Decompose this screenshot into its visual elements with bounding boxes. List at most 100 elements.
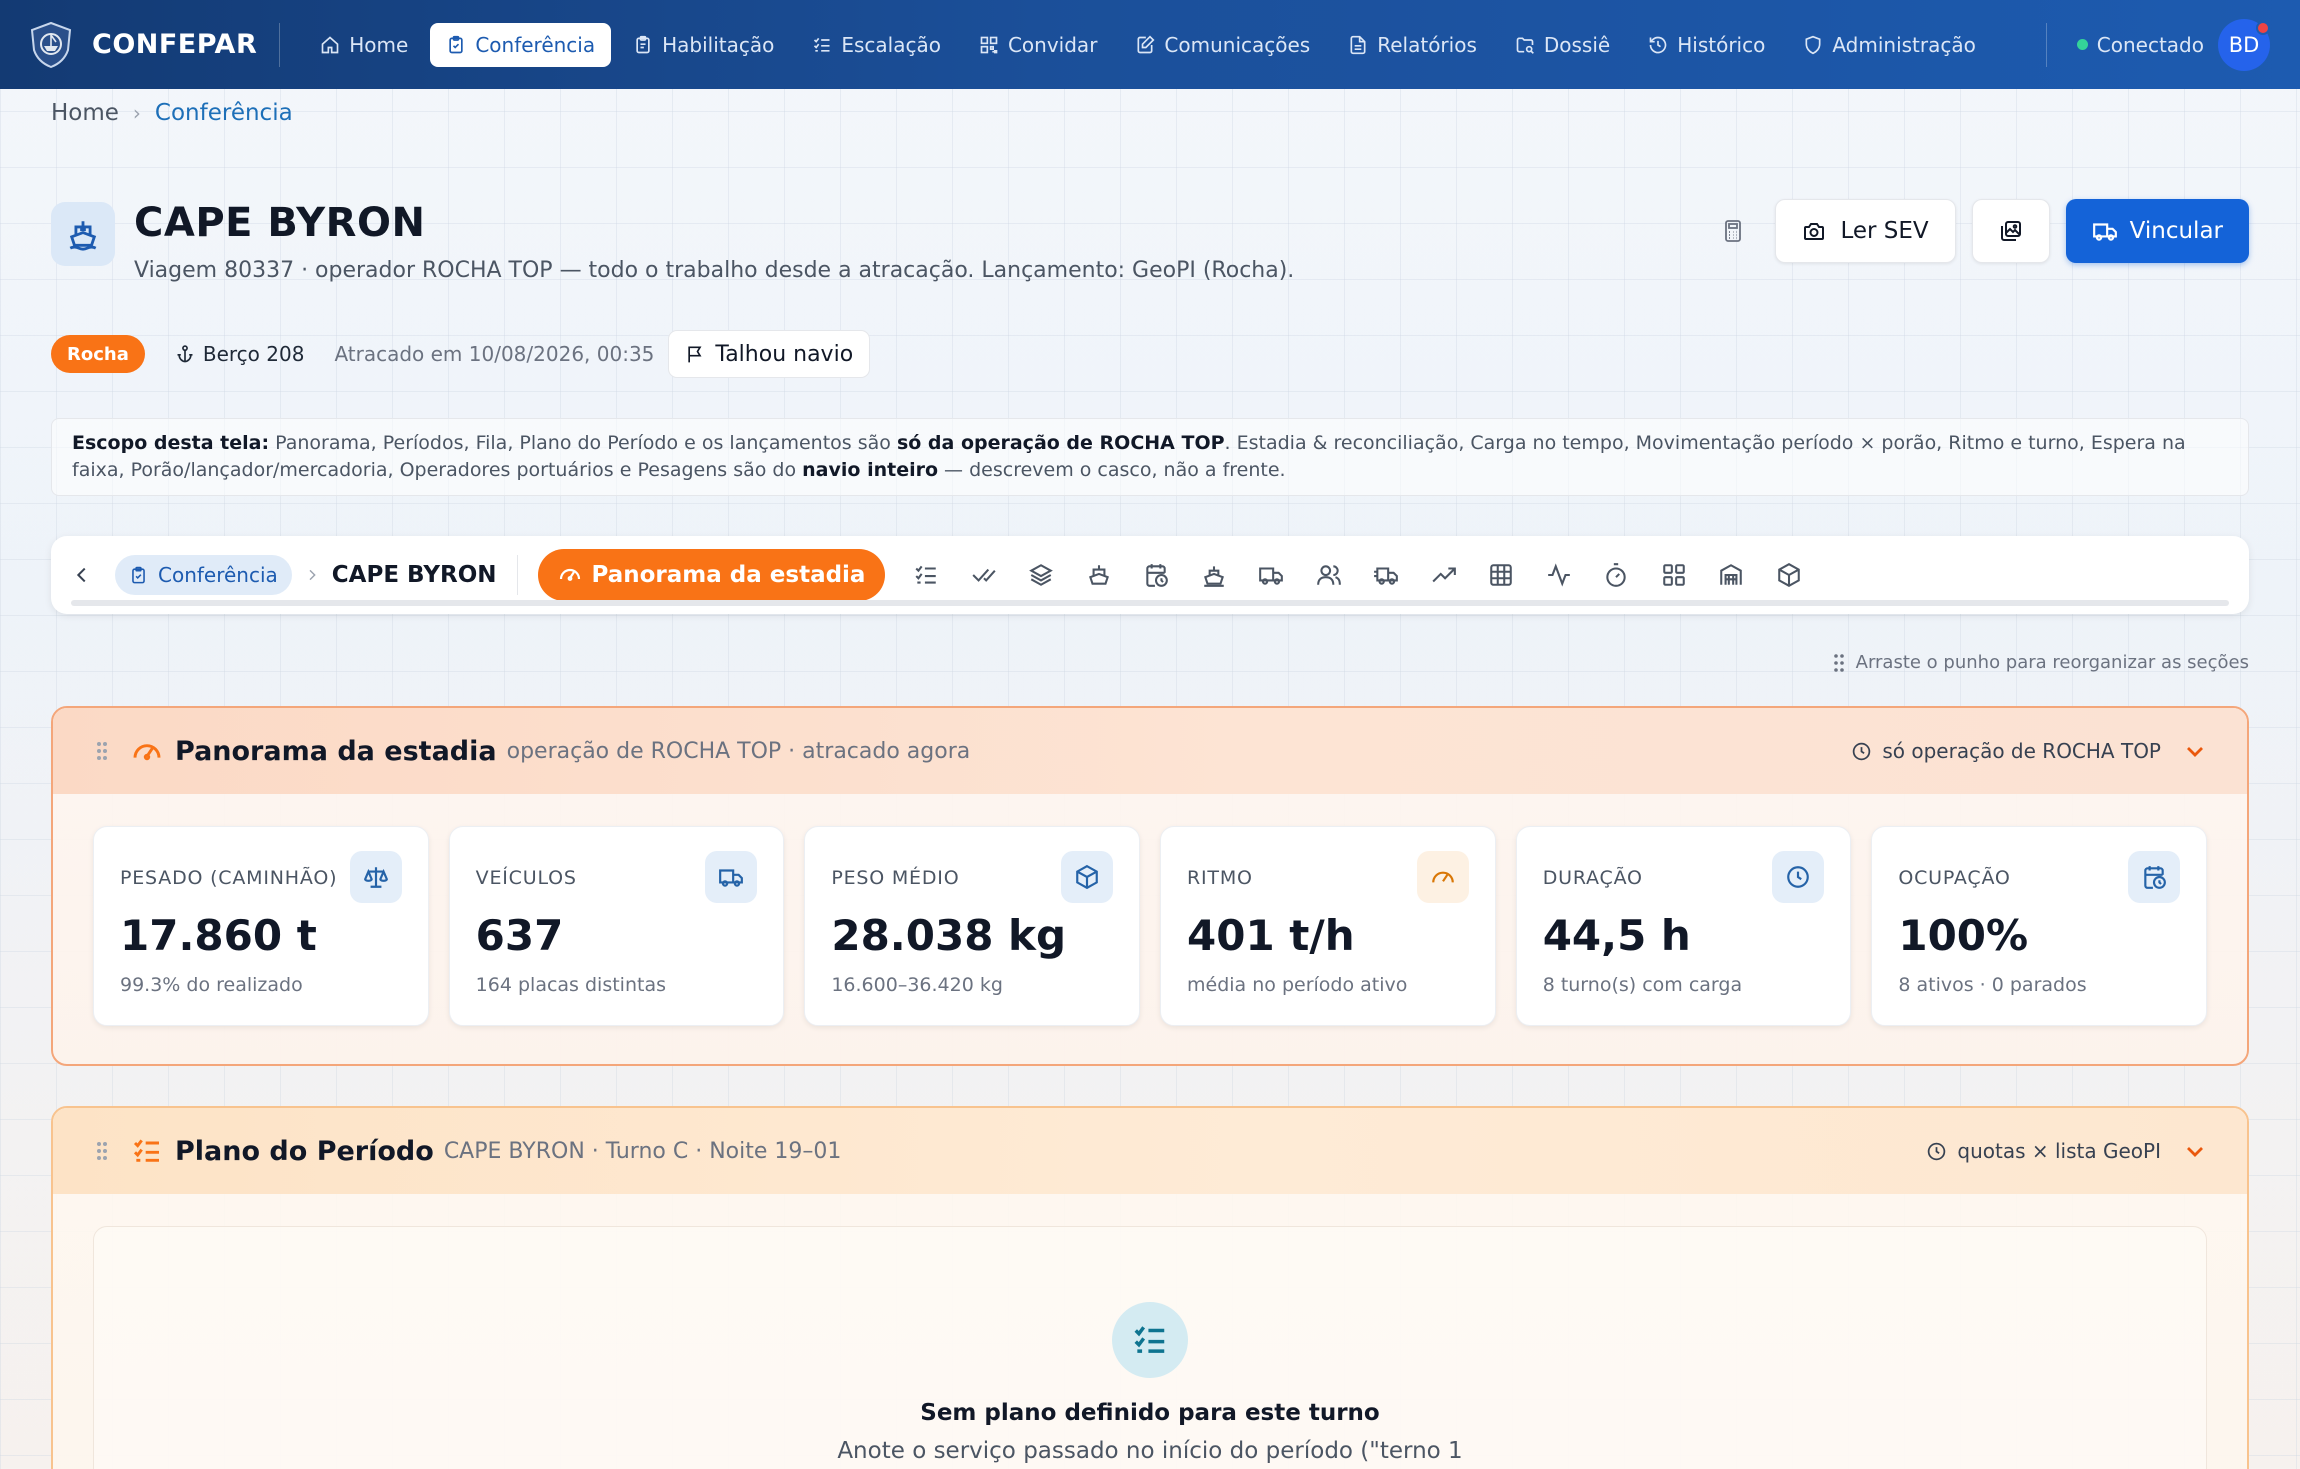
toolbar-tab-trend[interactable] — [1415, 549, 1473, 601]
toolbar-tab-table[interactable] — [1472, 549, 1530, 601]
collapse-toggle[interactable] — [2183, 739, 2207, 763]
toolbar-tab-trucks[interactable] — [1242, 549, 1300, 601]
grip-icon — [97, 1142, 107, 1160]
table-grid-icon — [1490, 564, 1512, 586]
nav-item-conferencia[interactable]: Conferência — [430, 22, 612, 67]
drag-handle[interactable] — [95, 1140, 109, 1162]
read-sev-button[interactable]: Ler SEV — [1775, 199, 1956, 263]
nav-item-habilitacao[interactable]: Habilitação — [617, 23, 790, 67]
ship-wheel-icon — [1203, 566, 1224, 587]
clock-icon — [1853, 742, 1871, 760]
top-navbar: CONFEPAR Home Conferência Habilitação Es… — [0, 0, 2300, 89]
calculator-icon — [1725, 220, 1742, 242]
toolbar-tab-periods[interactable] — [897, 549, 955, 601]
truck-fast-icon — [1374, 567, 1399, 585]
kpi-note: 16.600–36.420 kg — [831, 974, 1003, 996]
drag-handle[interactable] — [95, 740, 109, 762]
clock-icon-wrap — [1926, 1141, 1957, 1162]
toolbar-tab-ship[interactable] — [1070, 549, 1128, 601]
nav-item-dossie[interactable]: Dossiê — [1499, 23, 1626, 67]
folder-search-icon — [1516, 37, 1534, 54]
toolbar-tab-activity[interactable] — [1530, 549, 1588, 601]
back-button[interactable] — [71, 564, 93, 586]
nav-item-historico[interactable]: Histórico — [1632, 23, 1781, 67]
kpi-value: 637 — [475, 911, 564, 960]
kpi-value: 401 t/h — [1187, 911, 1355, 960]
calculator-button[interactable] — [1713, 211, 1753, 251]
brand-name: CONFEPAR — [92, 29, 258, 60]
clock-icon — [1928, 1142, 1946, 1160]
nav-item-home[interactable]: Home — [304, 23, 424, 67]
home-icon — [321, 35, 339, 53]
gallery-button[interactable] — [1971, 199, 2050, 263]
toolbar-tab-timer[interactable] — [1587, 549, 1645, 601]
flag-icon — [688, 346, 702, 363]
nav-item-escalacao[interactable]: Escalação — [796, 23, 957, 67]
berth-info: Berço 208 — [175, 342, 304, 366]
toolbar-tab-layers[interactable] — [1012, 549, 1070, 601]
nav-item-administracao[interactable]: Administração — [1787, 23, 1992, 67]
toolbar-tab-warehouse[interactable] — [1702, 549, 1760, 601]
toolbar-tab-grid[interactable] — [1645, 549, 1703, 601]
camera-icon — [1804, 223, 1825, 240]
page-title: CAPE BYRON — [134, 200, 426, 246]
edit-document-icon — [1137, 34, 1155, 53]
nav-item-relatorios[interactable]: Relatórios — [1332, 23, 1493, 67]
kpi-icon-box — [1061, 851, 1114, 903]
toolbar-tab-package[interactable] — [1760, 549, 1818, 601]
clock-icon — [1787, 866, 1810, 888]
panorama-header[interactable]: Panorama da estadia operação de ROCHA TO… — [53, 708, 2247, 794]
images-icon — [2000, 221, 2021, 241]
report-icon — [1350, 35, 1366, 54]
kpi-card: RITMO 401 t/h média no período ativo — [1160, 826, 1496, 1026]
toolbar-chevron — [304, 567, 320, 583]
kpi-card: PESADO (CAMINHÃO) 17.860 t 99.3% do real… — [93, 826, 429, 1026]
list-check-icon — [915, 565, 936, 584]
grid-icon — [1662, 564, 1685, 586]
breadcrumb: Home › Conferência — [51, 100, 293, 126]
user-avatar[interactable]: BD — [2218, 18, 2270, 71]
collapse-toggle[interactable] — [2183, 1139, 2207, 1163]
kpi-note: média no período ativo — [1187, 974, 1408, 996]
section-icon — [131, 735, 163, 767]
toolbar-tab-ship-ops[interactable] — [1185, 549, 1243, 601]
toolbar-tab-fleet[interactable] — [1357, 549, 1415, 601]
truck-link-icon — [2092, 223, 2117, 241]
toolbar-tab-panorama[interactable]: Panorama da estadia — [537, 549, 886, 601]
toolbar-tab-checks[interactable] — [955, 549, 1013, 601]
chevron-down-icon — [2187, 747, 2203, 757]
scope-note: Escopo desta tela: Panorama, Períodos, F… — [51, 418, 2249, 496]
scope-lead: Escopo desta tela: — [72, 432, 270, 454]
section-title: Plano do Período — [175, 1135, 434, 1167]
scale-icon — [363, 867, 388, 888]
link-button[interactable]: Vincular — [2065, 199, 2249, 263]
toolbar-divider — [516, 555, 518, 595]
qr-code-icon — [980, 36, 998, 53]
toolbar-conferencia-link[interactable]: Conferência — [115, 555, 292, 595]
breadcrumb-home[interactable]: Home — [51, 100, 119, 126]
clipboard-icon — [449, 35, 463, 53]
brand-logo-icon — [30, 21, 72, 68]
nav-item-label: Administração — [1832, 32, 1976, 57]
scope-text: Panorama, Períodos, Fila, Plano do Perío… — [269, 432, 897, 454]
plan-header[interactable]: Plano do Período CAPE BYRON · Turno C · … — [53, 1108, 2247, 1194]
brand[interactable]: CONFEPAR — [26, 20, 257, 70]
breadcrumb-current[interactable]: Conferência — [155, 100, 293, 126]
nav-right: Conectado BD — [2045, 18, 2270, 71]
nav-item-convidar[interactable]: Convidar — [963, 23, 1113, 67]
kpi-card: PESO MÉDIO 28.038 kg 16.600–36.420 kg — [804, 826, 1141, 1026]
talhou-navio-button[interactable]: Talhou navio — [668, 330, 871, 378]
toolbar-active-label: Panorama da estadia — [591, 562, 866, 588]
toolbar-tab-schedule[interactable] — [1127, 549, 1185, 601]
empty-state-icon — [1112, 1302, 1188, 1378]
package-icon — [1076, 864, 1098, 890]
read-sev-label: Ler SEV — [1840, 218, 1929, 244]
breadcrumb-separator: › — [132, 101, 141, 125]
kpi-card: VEÍCULOS 637 164 placas distintas — [448, 826, 785, 1026]
section-title: Panorama da estadia — [175, 735, 497, 767]
toolbar-tab-people[interactable] — [1300, 549, 1358, 601]
list-check-icon — [133, 1139, 159, 1162]
link-label: Vincular — [2129, 218, 2223, 244]
chevron-left-icon — [76, 567, 86, 583]
nav-item-comunicacoes[interactable]: Comunicações — [1119, 23, 1326, 67]
